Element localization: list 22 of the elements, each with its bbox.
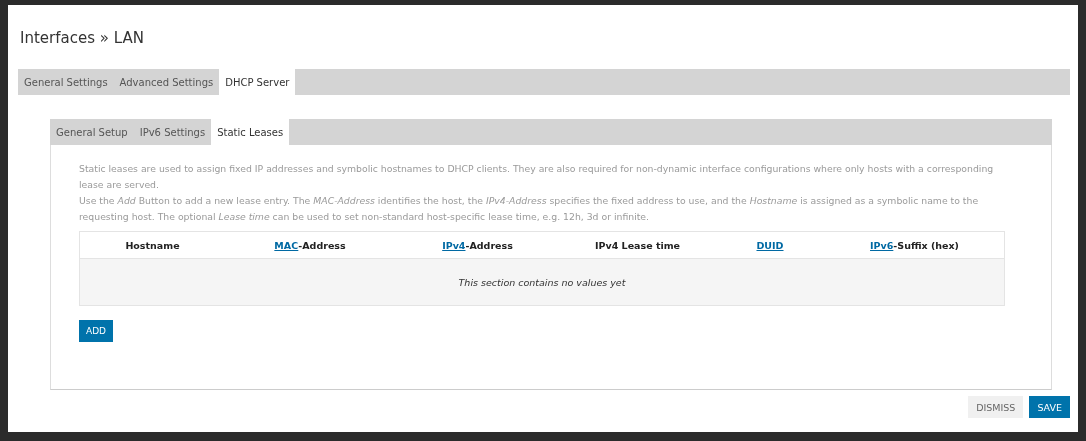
description-text: Use the Add Button to add a new lease entry. The MAC-Address identifies the host, the IPv4-Address specifies the fixed address to use, and the Hostname is assigned as a symbolic name to the requesting host. The optional Lease time can be used to set non-standard host-specific lease time, e.g. 12h, 3d or infinite. bbox=[79, 194, 980, 224]
tab[interactable]: General Settings bbox=[18, 69, 114, 95]
tab[interactable]: IPv6 Settings bbox=[133, 119, 212, 145]
add-button[interactable]: ADD bbox=[79, 320, 114, 342]
dismiss-button[interactable]: DISMISS bbox=[968, 396, 1024, 418]
empty-message: This section contains no values yet bbox=[458, 276, 626, 288]
tab[interactable]: General Setup bbox=[50, 119, 134, 145]
column-link[interactable]: IPv4 bbox=[442, 239, 466, 251]
dialog-title: Interfaces » LAN bbox=[19, 28, 145, 49]
tab[interactable]: Static Leases bbox=[211, 119, 290, 145]
column-header: IPv4 Lease time bbox=[594, 239, 681, 251]
save-button[interactable]: SAVE bbox=[1029, 396, 1070, 418]
column-header: Hostname bbox=[125, 239, 180, 251]
column-link[interactable]: DUID bbox=[756, 239, 784, 251]
description-text: Static leases are used to assign fixed IP addresses and symbolic hostnames to DHCP clients. They are also required for non-dynamic interface configurations where only hosts with a corresponding lease are served. bbox=[79, 162, 995, 192]
column-link[interactable]: IPv6 bbox=[870, 239, 894, 251]
tab[interactable]: DHCP Server bbox=[219, 69, 296, 95]
column-header: -Address bbox=[465, 239, 513, 251]
tab[interactable]: Advanced Settings bbox=[113, 69, 220, 95]
column-link[interactable]: MAC bbox=[274, 239, 299, 251]
column-header: -Suffix (hex) bbox=[893, 239, 959, 251]
column-header: -Address bbox=[298, 239, 346, 251]
